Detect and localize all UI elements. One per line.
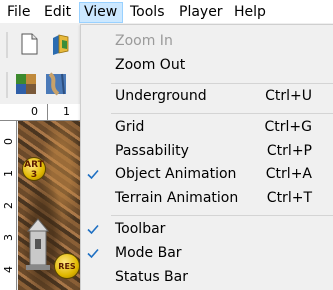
- artifact-marker-count: 3: [30, 170, 38, 180]
- horizontal-ruler: 0 1: [0, 104, 80, 121]
- mode-toolbar: [0, 66, 80, 102]
- menu-bar: File Edit View Tools Player Help: [0, 0, 333, 24]
- open-file-button[interactable]: [50, 32, 72, 56]
- menu-separator: [111, 113, 333, 114]
- ruler-row-4: 4: [2, 266, 15, 273]
- checkmark-icon: [87, 248, 99, 259]
- grid-shortcut: Ctrl+G: [264, 119, 313, 135]
- menu-player[interactable]: Player: [175, 2, 227, 23]
- menu-tools[interactable]: Tools: [126, 2, 169, 23]
- menu-item-toolbar[interactable]: Toolbar: [81, 217, 333, 241]
- ruler-divider: [47, 104, 48, 121]
- passability-shortcut: Ctrl+P: [266, 143, 312, 159]
- menu-separator: [111, 215, 333, 216]
- ruler-row-2: 2: [2, 202, 15, 209]
- ruler-row-0: 0: [2, 138, 15, 145]
- menu-item-object-animation[interactable]: Object Animation Ctrl+A: [81, 162, 333, 186]
- object-animation-shortcut: Ctrl+A: [265, 166, 312, 182]
- road-brush-button[interactable]: [44, 72, 68, 96]
- toolbar-label: Toolbar: [115, 221, 166, 237]
- ruler-row-1: 1: [2, 170, 15, 177]
- checkmark-icon: [87, 169, 99, 180]
- grid-label: Grid: [115, 119, 145, 135]
- map-canvas[interactable]: ART 3 RES: [18, 121, 80, 290]
- menu-item-grid[interactable]: Grid Ctrl+G: [81, 115, 333, 139]
- ruler-row-3: 3: [2, 234, 15, 241]
- zoom-out-label: Zoom Out: [115, 57, 186, 73]
- status-bar-label: Status Bar: [115, 269, 189, 285]
- menu-tools-label: Tools: [130, 4, 165, 20]
- menu-player-label: Player: [179, 4, 223, 20]
- menu-item-terrain-animation[interactable]: Terrain Animation Ctrl+T: [81, 186, 333, 210]
- resource-marker[interactable]: RES: [54, 253, 80, 279]
- tower-object-icon: [26, 218, 50, 270]
- ruler-col-1: 1: [63, 105, 70, 118]
- resource-marker-label: RES: [58, 262, 76, 271]
- menu-item-status-bar[interactable]: Status Bar: [81, 265, 333, 289]
- menu-edit-label: Edit: [44, 4, 72, 20]
- terrain-animation-shortcut: Ctrl+T: [266, 190, 312, 206]
- vertical-ruler: 0 1 2 3 4: [0, 121, 17, 290]
- underground-shortcut: Ctrl+U: [265, 88, 312, 104]
- open-folder-icon: [53, 34, 69, 55]
- toolbar-grip: [6, 32, 8, 58]
- checkmark-icon: [87, 224, 99, 235]
- object-animation-label: Object Animation: [115, 166, 237, 182]
- ruler-col-0: 0: [31, 105, 38, 118]
- menu-help-label: Help: [234, 4, 266, 20]
- artifact-marker-label: ART: [24, 160, 44, 170]
- menu-item-passability[interactable]: Passability Ctrl+P: [81, 139, 333, 163]
- menu-item-zoom-in[interactable]: Zoom In: [81, 29, 333, 53]
- zoom-in-label: Zoom In: [115, 33, 173, 49]
- menu-item-mode-bar[interactable]: Mode Bar: [81, 241, 333, 265]
- underground-label: Underground: [115, 88, 207, 104]
- menu-view-label: View: [84, 4, 118, 20]
- terrain-brush-button[interactable]: [14, 72, 38, 96]
- main-toolbar: [0, 24, 80, 64]
- view-menu-dropdown: Zoom In Zoom Out Underground Ctrl+U Grid…: [80, 24, 333, 290]
- menu-help[interactable]: Help: [230, 2, 270, 23]
- toolbar-grip-2: [6, 72, 8, 98]
- menu-file[interactable]: File: [3, 2, 34, 23]
- new-file-button[interactable]: [18, 32, 40, 56]
- menu-edit[interactable]: Edit: [40, 2, 75, 23]
- menu-item-zoom-out[interactable]: Zoom Out: [81, 53, 333, 77]
- artifact-marker[interactable]: ART 3: [22, 157, 46, 181]
- new-file-icon: [21, 33, 38, 55]
- terrain-tiles-icon: [16, 74, 36, 94]
- menu-file-label: File: [7, 4, 31, 20]
- menu-view[interactable]: View: [79, 2, 123, 23]
- terrain-animation-label: Terrain Animation: [115, 190, 239, 206]
- passability-label: Passability: [115, 143, 189, 159]
- menu-item-underground[interactable]: Underground Ctrl+U: [81, 84, 333, 108]
- mode-bar-label: Mode Bar: [115, 245, 182, 261]
- road-river-icon: [46, 72, 66, 96]
